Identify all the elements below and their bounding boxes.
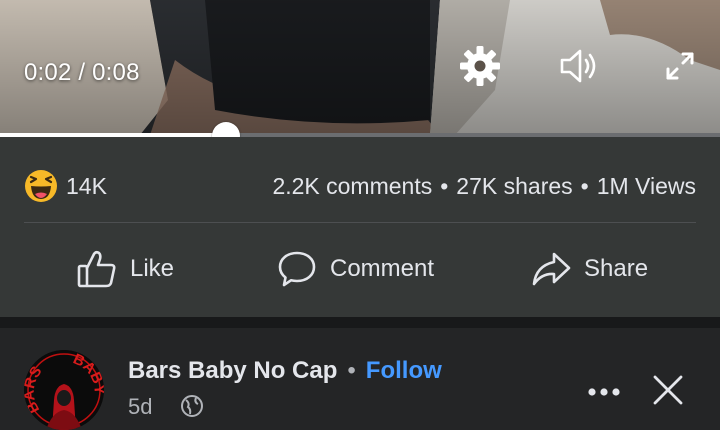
comment-button[interactable]: Comment [276,245,434,293]
like-label: Like [130,255,175,282]
volume-button[interactable] [558,46,602,86]
reaction-count: 14K [66,172,107,199]
share-button[interactable]: Share [530,245,648,293]
gear-icon [460,46,500,86]
globe-icon [181,395,203,417]
views-count: 1M Views [596,173,696,199]
bars-baby-logo: BARS BABY [24,350,104,430]
fullscreen-icon [666,52,694,80]
fullscreen-button[interactable] [660,46,700,86]
duration: 0:08 [92,59,140,86]
reactions-summary[interactable]: 14K [24,169,107,203]
like-button[interactable]: Like [76,245,174,293]
share-label: Share [584,255,649,282]
post-stats-panel: 14K 2.2K comments • 27K shares • 1M Views Li… [0,137,720,317]
share-arrow-icon [532,252,571,286]
comments-count[interactable]: 2.2K comments [272,173,432,199]
comment-label: Comment [330,255,435,282]
video-player[interactable]: 0:02 / 0:08 [0,0,720,135]
comment-bubble-icon [278,251,316,287]
settings-button[interactable] [458,44,502,88]
post-time: 5d [128,394,153,419]
current-time: 0:02 [24,59,72,86]
video-time: 0:02 / 0:08 [24,59,140,87]
time-separator: / [71,59,93,86]
separator-dot: • [347,357,356,384]
next-post-header: BARS BABY Bars Baby No Cap • Follow 5d [0,328,720,430]
engagement-counts: 2.2K comments • 27K shares • 1M Views [272,173,696,200]
close-icon[interactable] [652,374,684,406]
volume-icon [560,49,596,83]
separator-dot: • [580,173,589,199]
author-line: Bars Baby No Cap • Follow [128,357,442,385]
haha-emoji-icon [25,170,57,202]
follow-button[interactable]: Follow [366,357,442,384]
post-actions: Like Comment Share [0,223,720,315]
thumbs-up-icon [77,250,116,288]
feed-separator [0,317,720,328]
shares-count[interactable]: 27K shares [456,173,572,199]
separator-dot: • [440,173,449,199]
more-options-icon[interactable] [584,380,624,404]
avatar[interactable]: BARS BABY [24,350,104,430]
author-name[interactable]: Bars Baby No Cap [128,357,337,384]
